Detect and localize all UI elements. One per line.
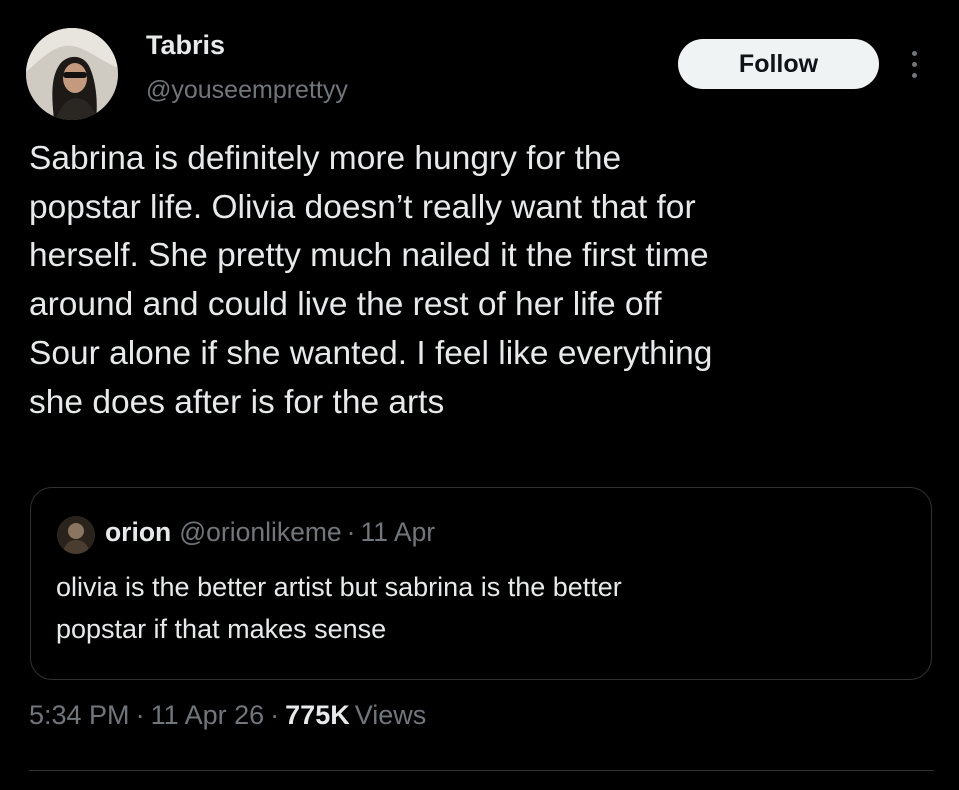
tweet-text-line: herself. She pretty much nailed it the f… <box>29 237 709 275</box>
follow-button[interactable]: Follow <box>678 39 879 89</box>
quoted-text-line: olivia is the better artist but sabrina … <box>56 572 622 602</box>
author-handle[interactable]: @youseemprettyy <box>146 76 348 105</box>
quoted-header: orion @orionlikeme · 11 Apr <box>105 517 435 548</box>
tweet-meta: 5:34 PM · 11 Apr 26 · 775K Views <box>29 700 426 731</box>
tweet-text-line: popstar life. Olivia doesn’t really want… <box>29 188 696 226</box>
more-dot <box>911 61 917 67</box>
quoted-author-name: orion <box>105 517 172 547</box>
separator-dot: · <box>346 517 356 547</box>
views-count[interactable]: 775K <box>285 700 350 730</box>
tweet-text: Sabrina is definitely more hungry for th… <box>29 135 934 427</box>
tweet-card: Tabris @youseemprettyy Follow Sabrina is… <box>0 0 959 790</box>
tweet-text-line: around and could live the rest of her li… <box>29 286 662 324</box>
author-avatar[interactable] <box>26 28 118 120</box>
tweet-time[interactable]: 5:34 PM <box>29 700 130 730</box>
profile-photo-icon <box>26 28 118 120</box>
tweet-text-line: she does after is for the arts <box>29 383 445 421</box>
separator-dot: · <box>270 700 280 730</box>
quoted-author-avatar <box>57 516 95 554</box>
quoted-author-handle: @orionlikeme <box>179 517 342 547</box>
profile-photo-icon <box>57 516 95 554</box>
more-dot <box>911 50 917 56</box>
tweet-text-line: Sour alone if she wanted. I feel like ev… <box>29 334 713 372</box>
more-options-icon[interactable] <box>901 44 927 84</box>
divider <box>29 770 934 771</box>
author-name[interactable]: Tabris <box>146 30 225 61</box>
tweet-date[interactable]: 11 Apr 26 <box>151 700 265 730</box>
more-dot <box>911 72 917 78</box>
quoted-text-line: popstar if that makes sense <box>56 614 387 644</box>
quoted-text: olivia is the better artist but sabrina … <box>56 566 916 650</box>
views-label[interactable]: Views <box>355 700 427 730</box>
tweet-text-line: Sabrina is definitely more hungry for th… <box>29 140 622 177</box>
quoted-tweet[interactable]: orion @orionlikeme · 11 Apr olivia is the b… <box>30 487 932 680</box>
quoted-date: 11 Apr <box>360 517 436 547</box>
separator-dot: · <box>135 700 145 730</box>
